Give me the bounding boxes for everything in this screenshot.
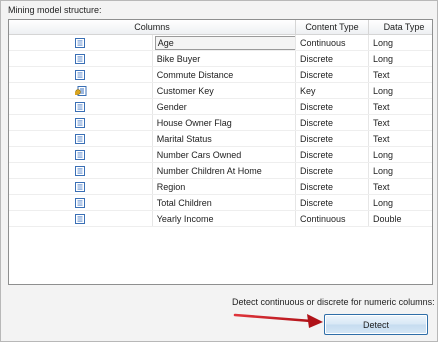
table-row[interactable]: Bike Buyer Discrete Long (9, 50, 432, 67)
column-name: Number Children At Home (156, 165, 262, 176)
column-icon (75, 181, 86, 192)
dialog-panel: Mining model structure: Columns Content … (0, 0, 438, 342)
column-name-cell[interactable]: House Owner Flag (152, 114, 297, 131)
row-icon-cell (9, 210, 153, 227)
table-row[interactable]: Region Discrete Text (9, 178, 432, 195)
column-name: Number Cars Owned (156, 149, 242, 160)
column-icon (75, 213, 86, 224)
columns-grid[interactable]: Columns Content Type Data Type Age Contin… (8, 19, 433, 285)
table-row[interactable]: Marital Status Discrete Text (9, 130, 432, 147)
data-type-cell[interactable]: Text (368, 114, 432, 131)
table-row[interactable]: Gender Discrete Text (9, 98, 432, 115)
row-icon-cell (9, 162, 153, 179)
column-name-cell[interactable]: Number Children At Home (152, 162, 297, 179)
row-icon-cell (9, 114, 153, 131)
table-row[interactable]: Customer Key Key Long (9, 82, 432, 99)
content-type-cell[interactable]: Discrete (295, 130, 369, 147)
content-type-cell[interactable]: Discrete (295, 50, 369, 67)
content-type-cell[interactable]: Discrete (295, 146, 369, 163)
column-icon (75, 37, 86, 48)
content-type-cell[interactable]: Continuous (295, 34, 369, 51)
red-arrow-annotation (233, 313, 323, 328)
row-icon-cell (9, 50, 153, 67)
column-name-cell[interactable]: Number Cars Owned (152, 146, 297, 163)
row-icon-cell (9, 194, 153, 211)
column-name: Yearly Income (156, 213, 214, 224)
row-icon-cell (9, 34, 153, 51)
content-type-cell[interactable]: Discrete (295, 194, 369, 211)
content-type-cell[interactable]: Discrete (295, 114, 369, 131)
section-label: Mining model structure: (8, 5, 102, 15)
data-type-cell[interactable]: Text (368, 178, 432, 195)
column-name-cell[interactable]: Age (152, 34, 297, 51)
column-icon (75, 133, 86, 144)
column-name-cell[interactable]: Commute Distance (152, 66, 297, 83)
column-icon (75, 197, 86, 208)
column-name: Gender (156, 101, 187, 112)
key-column-icon (75, 85, 87, 96)
row-icon-cell (9, 82, 153, 99)
data-type-cell[interactable]: Long (368, 82, 432, 99)
header-content-type[interactable]: Content Type (295, 20, 369, 35)
data-type-cell[interactable]: Long (368, 146, 432, 163)
content-type-cell[interactable]: Discrete (295, 98, 369, 115)
column-icon (75, 53, 86, 64)
column-name-cell[interactable]: Region (152, 178, 297, 195)
columns-table: Columns Content Type Data Type Age Contin… (9, 20, 432, 227)
row-icon-cell (9, 66, 153, 83)
table-row[interactable]: House Owner Flag Discrete Text (9, 114, 432, 131)
row-icon-cell (9, 98, 153, 115)
column-name: Region (156, 181, 186, 192)
data-type-cell[interactable]: Text (368, 98, 432, 115)
table-row[interactable]: Number Cars Owned Discrete Long (9, 146, 432, 163)
table-row[interactable]: Number Children At Home Discrete Long (9, 162, 432, 179)
table-row[interactable]: Age Continuous Long (9, 34, 432, 51)
column-name: Marital Status (156, 133, 212, 144)
column-name-cell[interactable]: Yearly Income (152, 210, 297, 227)
data-type-cell[interactable]: Long (368, 34, 432, 51)
column-icon (75, 101, 86, 112)
column-name: Age (154, 35, 295, 50)
column-name-cell[interactable]: Gender (152, 98, 297, 115)
data-type-cell[interactable]: Long (368, 50, 432, 67)
content-type-cell[interactable]: Discrete (295, 178, 369, 195)
table-row[interactable]: Yearly Income Continuous Double (9, 210, 432, 227)
content-type-cell[interactable]: Key (295, 82, 369, 99)
column-name-cell[interactable]: Bike Buyer (152, 50, 297, 67)
content-type-cell[interactable]: Discrete (295, 66, 369, 83)
data-type-cell[interactable]: Double (368, 210, 432, 227)
data-type-cell[interactable]: Long (368, 194, 432, 211)
content-type-cell[interactable]: Discrete (295, 162, 369, 179)
header-columns[interactable]: Columns (9, 20, 296, 35)
content-type-cell[interactable]: Continuous (295, 210, 369, 227)
column-icon (75, 149, 86, 160)
column-icon (75, 165, 86, 176)
column-icon (75, 69, 86, 80)
column-name: House Owner Flag (156, 117, 232, 128)
detect-button[interactable]: Detect (324, 314, 428, 335)
column-name: Bike Buyer (156, 53, 201, 64)
row-icon-cell (9, 130, 153, 147)
column-name: Customer Key (156, 85, 214, 96)
row-icon-cell (9, 146, 153, 163)
header-data-type[interactable]: Data Type (368, 20, 432, 35)
column-name-cell[interactable]: Customer Key (152, 82, 297, 99)
column-icon (75, 117, 86, 128)
data-type-cell[interactable]: Text (368, 130, 432, 147)
row-icon-cell (9, 178, 153, 195)
data-type-cell[interactable]: Long (368, 162, 432, 179)
column-name: Commute Distance (156, 69, 234, 80)
header-row: Columns Content Type Data Type (9, 20, 432, 35)
table-row[interactable]: Total Children Discrete Long (9, 194, 432, 211)
column-name-cell[interactable]: Marital Status (152, 130, 297, 147)
data-type-cell[interactable]: Text (368, 66, 432, 83)
column-name: Total Children (156, 197, 212, 208)
table-row[interactable]: Commute Distance Discrete Text (9, 66, 432, 83)
column-name-cell[interactable]: Total Children (152, 194, 297, 211)
